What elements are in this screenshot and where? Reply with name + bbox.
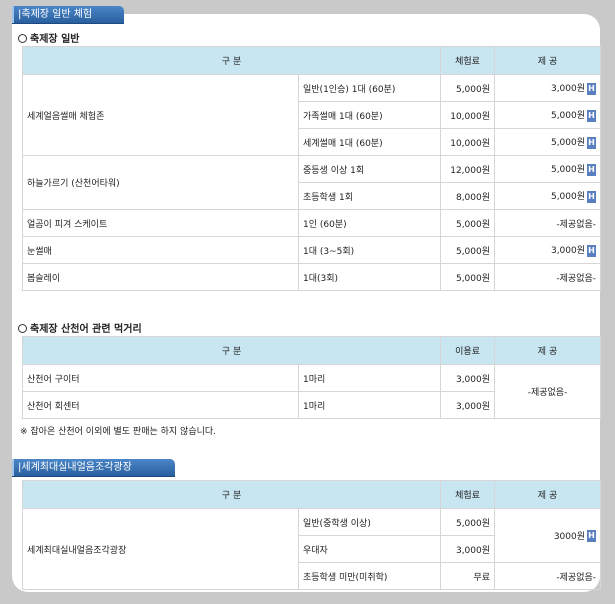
group-cell: 눈썰매 — [22, 236, 299, 264]
col-header-fee: 체험료 — [440, 480, 496, 509]
provide-cell: 3,000원 H — [494, 74, 602, 102]
group-cell: 세계얼음썰매 체험존 — [22, 74, 299, 156]
circle-bullet-icon — [18, 324, 27, 333]
item-cell: 중등생 이상 1회 — [297, 155, 442, 183]
col-header-provide: 제 공 — [494, 336, 602, 365]
h-badge-icon: H — [587, 163, 597, 176]
table-row: 얼곰이 피겨 스케이트 1인 (60분) 5,000원 -제공없음- — [22, 209, 602, 237]
fee-cell: 5,000원 — [440, 236, 496, 264]
provide-cell: -제공없음- — [494, 364, 602, 419]
col-header-category: 구 분 — [21, 480, 442, 509]
table-row: 세계최대실내얼음조각광장 일반(중학생 이상) 5,000원 3000원 H — [22, 508, 602, 590]
h-badge-icon: H — [587, 109, 597, 122]
fee-cell: 5,000원 — [440, 209, 496, 237]
table-row: 산천어 구이터 1마리 3,000원 -제공없음- — [22, 364, 602, 419]
provide-cell: -제공없음- — [494, 209, 602, 237]
item-cell: 초등학생 1회 — [297, 182, 442, 210]
food-heading: 축제장 산천어 관련 먹거리 — [18, 320, 142, 335]
item-cell: 초등학생 미만(미취학) — [297, 562, 442, 590]
h-badge-icon: H — [587, 136, 597, 149]
col-header-provide: 제 공 — [494, 480, 602, 509]
provide-cell: -제공없음- — [494, 562, 602, 590]
item-cell: 일반(중학생 이상) — [297, 508, 442, 536]
item-cell: 세계썰매 1대 (60분) — [297, 128, 442, 156]
fee-cell: 10,000원 — [440, 128, 496, 156]
table-row: 세계얼음썰매 체험존 일반(1인승) 1대 (60분) 5,000원 3,000… — [22, 74, 602, 156]
table-row: 눈썰매 1대 (3~5회) 5,000원 3,000원 H — [22, 236, 602, 264]
group-cell: 산천어 회센터 — [22, 391, 299, 419]
col-header-fee: 이용료 — [440, 336, 496, 365]
col-header-fee: 체험료 — [440, 46, 496, 75]
group-cell: 세계최대실내얼음조각광장 — [22, 508, 299, 590]
provide-cell: 5,000원 H — [494, 155, 602, 183]
table-row: 봅슬레이 1대(3회) 5,000원 -제공없음- — [22, 263, 602, 291]
fee-cell: 8,000원 — [440, 182, 496, 210]
circle-bullet-icon — [18, 34, 27, 43]
general-heading: 축제장 일반 — [18, 30, 79, 45]
col-header-category: 구 분 — [21, 46, 442, 75]
provide-cell: 3000원 H — [494, 508, 602, 563]
provide-cell: 5,000원 H — [494, 128, 602, 156]
fee-cell: 3,000원 — [440, 364, 496, 392]
fee-cell: 3,000원 — [440, 535, 496, 563]
h-badge-icon: H — [587, 82, 597, 95]
item-cell: 1대(3회) — [297, 263, 442, 291]
fee-cell: 12,000원 — [440, 155, 496, 183]
provide-cell: -제공없음- — [494, 263, 602, 291]
section-tab-ice-sculpture: |세계최대실내얼음조각광장 — [12, 459, 175, 476]
item-cell: 1인 (60분) — [297, 209, 442, 237]
group-cell: 하늘가르기 (산천어타워) — [22, 155, 299, 210]
fee-cell: 5,000원 — [440, 508, 496, 536]
fee-cell: 5,000원 — [440, 263, 496, 291]
group-cell: 봅슬레이 — [22, 263, 299, 291]
item-cell: 우대자 — [297, 535, 442, 563]
provide-cell: 5,000원 H — [494, 101, 602, 129]
table-row: 하늘가르기 (산천어타워) 중등생 이상 1회 12,000원 5,000원 H — [22, 155, 602, 210]
item-cell: 일반(1인승) 1대 (60분) — [297, 74, 442, 102]
group-cell: 산천어 구이터 — [22, 364, 299, 392]
item-cell: 가족썰매 1대 (60분) — [297, 101, 442, 129]
general-table: 구 분 체험료 제 공 세계얼음썰매 체험존 일반(1인승) 1대 (60분) … — [21, 46, 602, 291]
item-cell: 1마리 — [297, 364, 442, 392]
provide-cell: 3,000원 H — [494, 236, 602, 264]
fee-cell: 3,000원 — [440, 391, 496, 419]
h-badge-icon: H — [587, 190, 597, 203]
food-table: 구 분 이용료 제 공 산천어 구이터 1마리 3,000원 -제공없음- 산천… — [21, 336, 602, 419]
item-cell: 1대 (3~5회) — [297, 236, 442, 264]
col-header-provide: 제 공 — [494, 46, 602, 75]
provide-cell: 5,000원 H — [494, 182, 602, 210]
h-badge-icon: H — [587, 244, 597, 257]
fee-cell: 10,000원 — [440, 101, 496, 129]
col-header-category: 구 분 — [21, 336, 442, 365]
fee-cell: 무료 — [440, 562, 496, 590]
item-cell: 1마리 — [297, 391, 442, 419]
group-cell: 얼곰이 피겨 스케이트 — [22, 209, 299, 237]
fee-cell: 5,000원 — [440, 74, 496, 102]
ice-table: 구 분 체험료 제 공 세계최대실내얼음조각광장 일반(중학생 이상) 5,00… — [21, 480, 602, 590]
h-badge-icon: H — [587, 530, 597, 543]
food-note: ※ 잡아온 산천어 이외에 별도 판매는 하지 않습니다. — [20, 427, 217, 437]
section-tab-general: |축제장 일반 체험 — [12, 6, 124, 23]
